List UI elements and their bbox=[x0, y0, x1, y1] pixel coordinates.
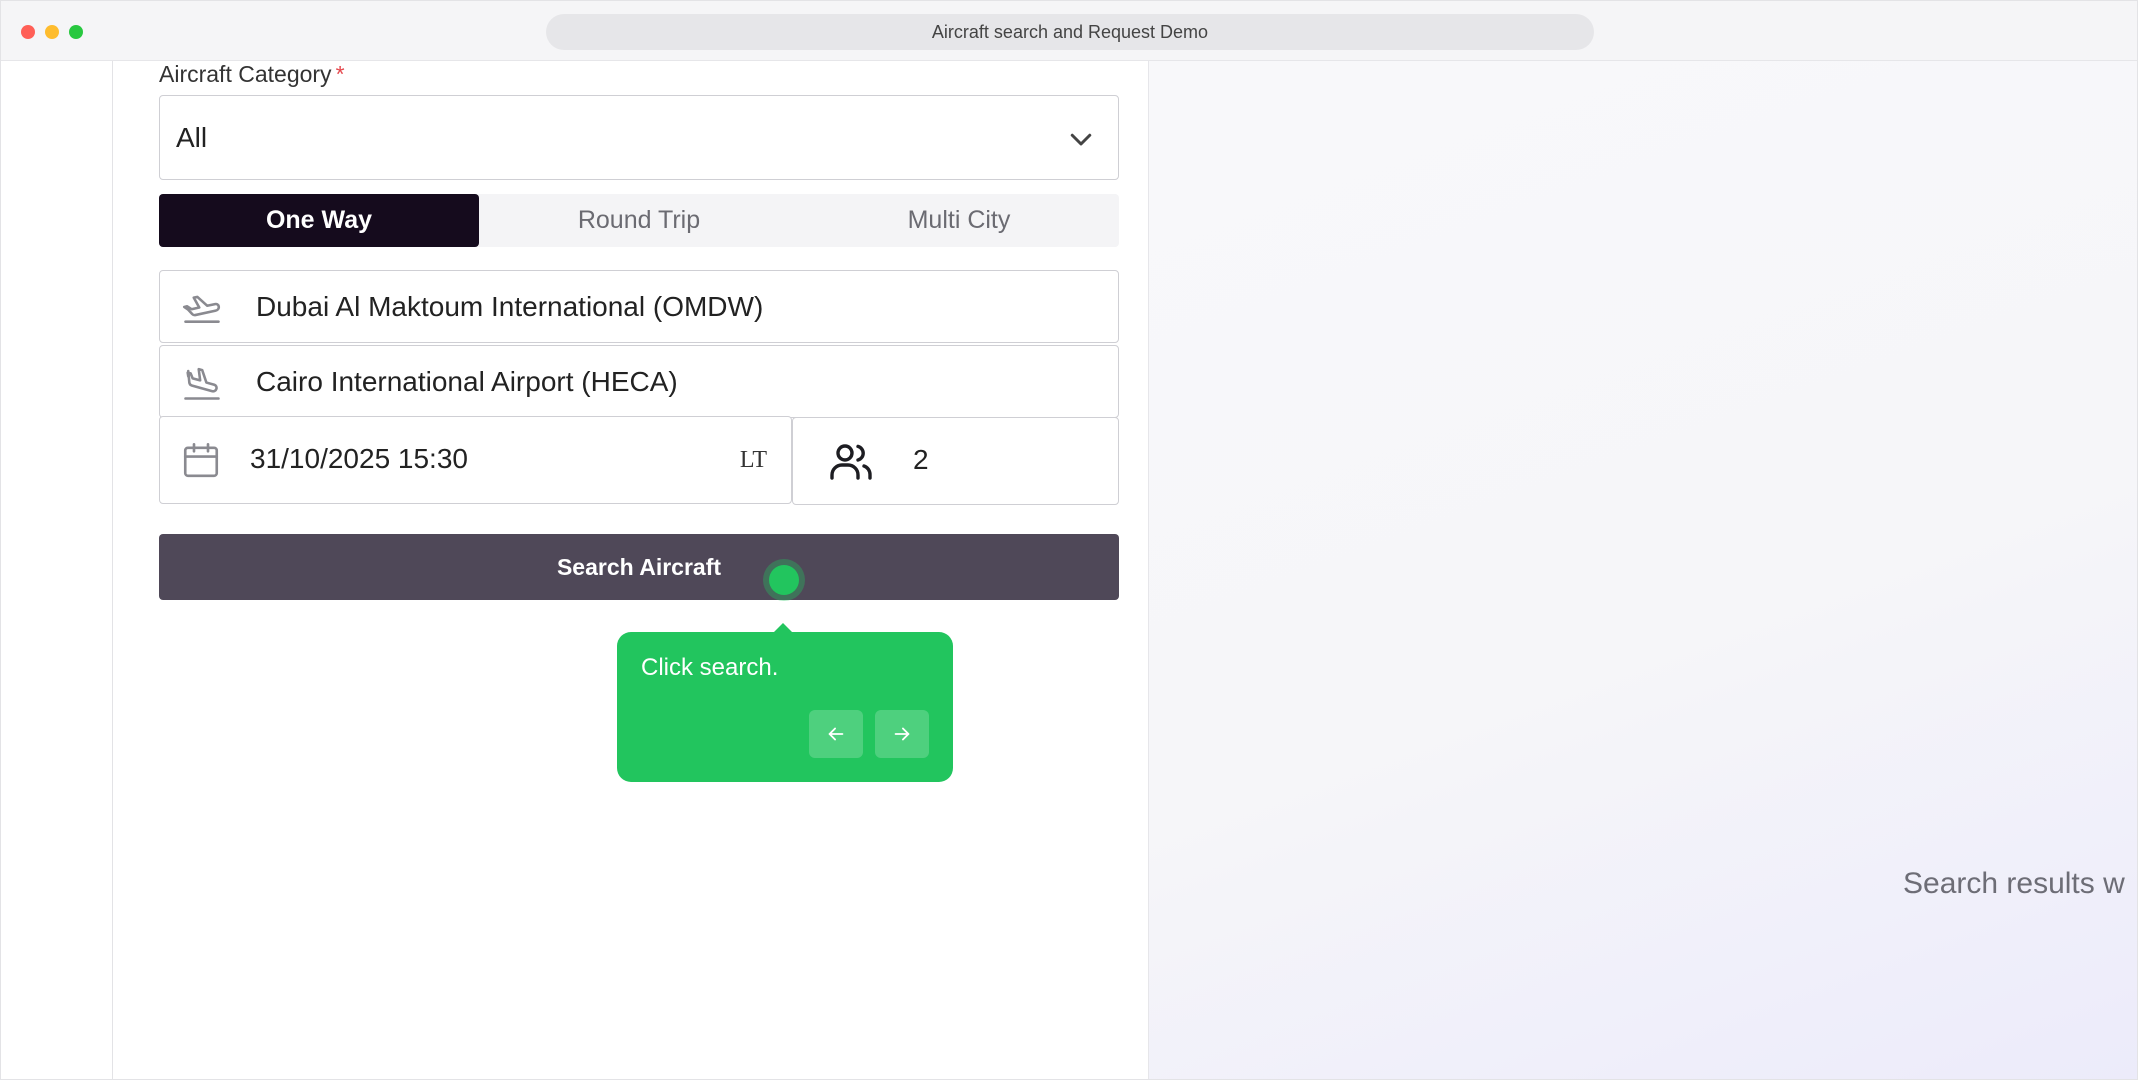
arrow-left-icon bbox=[828, 727, 844, 741]
close-window-button[interactable] bbox=[21, 25, 35, 39]
tab-multi-city[interactable]: Multi City bbox=[799, 194, 1119, 247]
arrival-airport-field[interactable]: Cairo International Airport (HECA) bbox=[159, 345, 1119, 418]
arrival-airport-value: Cairo International Airport (HECA) bbox=[256, 366, 678, 397]
address-bar[interactable]: Aircraft search and Request Demo bbox=[546, 14, 1594, 50]
passenger-count-field[interactable]: 2 bbox=[792, 417, 1119, 505]
minimize-window-button[interactable] bbox=[45, 25, 59, 39]
passenger-count-value: 2 bbox=[913, 444, 929, 475]
results-placeholder: Search results w bbox=[1903, 867, 2125, 900]
arrow-right-icon bbox=[894, 727, 910, 741]
aircraft-category-label: Aircraft Category * bbox=[159, 61, 345, 87]
walkthrough-tooltip: Click search. bbox=[617, 632, 953, 782]
chevron-down-icon bbox=[1070, 133, 1092, 146]
aircraft-category-value: All bbox=[176, 122, 208, 153]
departure-datetime-value: 31/10/2025 15:30 bbox=[250, 443, 468, 474]
maximize-window-button[interactable] bbox=[69, 25, 83, 39]
plane-landing-icon bbox=[184, 367, 220, 400]
browser-window: Aircraft search and Request Demo Aircraf… bbox=[0, 0, 2138, 1080]
tooltip-next-button[interactable] bbox=[875, 710, 929, 758]
tab-one-way[interactable]: One Way bbox=[159, 194, 479, 247]
search-form: Aircraft Category * All One Way Round Tri… bbox=[113, 61, 1149, 1079]
tooltip-prev-button[interactable] bbox=[809, 710, 863, 758]
left-rail bbox=[1, 61, 113, 1079]
window-title: Aircraft search and Request Demo bbox=[931, 21, 1209, 42]
title-bar: Aircraft search and Request Demo bbox=[1, 1, 2137, 61]
calendar-icon bbox=[183, 442, 219, 478]
departure-airport-value: Dubai Al Maktoum International (OMDW) bbox=[256, 291, 764, 322]
walkthrough-hotspot[interactable] bbox=[769, 565, 799, 595]
timezone-toggle[interactable]: LT bbox=[740, 447, 767, 474]
users-icon bbox=[830, 444, 872, 480]
departure-airport-field[interactable]: Dubai Al Maktoum International (OMDW) bbox=[159, 270, 1119, 343]
trip-type-tabs: One Way Round Trip Multi City bbox=[159, 194, 1119, 247]
aircraft-category-select[interactable]: All bbox=[159, 95, 1119, 180]
departure-datetime-field[interactable]: 31/10/2025 15:30 LT bbox=[159, 416, 792, 504]
plane-takeoff-icon bbox=[182, 295, 221, 323]
tooltip-text: Click search. bbox=[641, 654, 779, 681]
required-mark: * bbox=[335, 61, 345, 87]
results-panel: Search results w bbox=[1149, 61, 2137, 1079]
tab-round-trip[interactable]: Round Trip bbox=[479, 194, 799, 247]
search-aircraft-button[interactable]: Search Aircraft bbox=[159, 534, 1119, 600]
